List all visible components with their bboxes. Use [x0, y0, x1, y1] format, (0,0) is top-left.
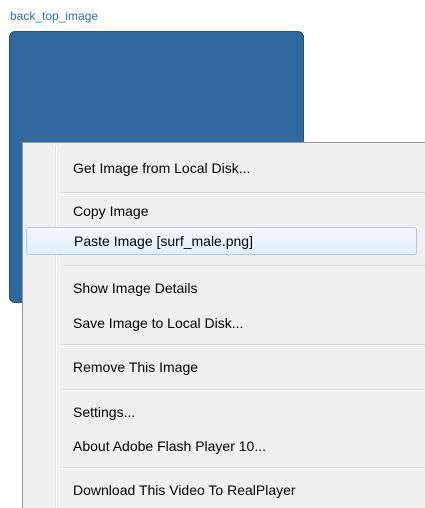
menu-item-copy-image[interactable]: Copy Image — [25, 197, 425, 225]
context-menu: Get Image from Local Disk... Copy Image … — [22, 142, 425, 508]
menu-separator — [63, 192, 425, 194]
menu-separator — [63, 344, 425, 346]
menu-item-about-flash[interactable]: About Adobe Flash Player 10... — [25, 432, 425, 460]
menu-item-download-realplayer[interactable]: Download This Video To RealPlayer — [25, 476, 425, 504]
menu-item-settings[interactable]: Settings... — [25, 398, 425, 426]
menu-item-remove-image[interactable]: Remove This Image — [25, 353, 425, 381]
menu-separator — [63, 389, 425, 391]
image-field-title: back_top_image — [10, 9, 99, 23]
menu-item-show-details[interactable]: Show Image Details — [25, 274, 425, 302]
menu-separator — [63, 467, 425, 469]
menu-separator — [63, 265, 425, 267]
menu-item-paste-image[interactable]: Paste Image [surf_male.png] — [26, 227, 417, 255]
menu-item-save-image[interactable]: Save Image to Local Disk... — [25, 309, 425, 337]
menu-item-get-image[interactable]: Get Image from Local Disk... — [25, 154, 425, 182]
